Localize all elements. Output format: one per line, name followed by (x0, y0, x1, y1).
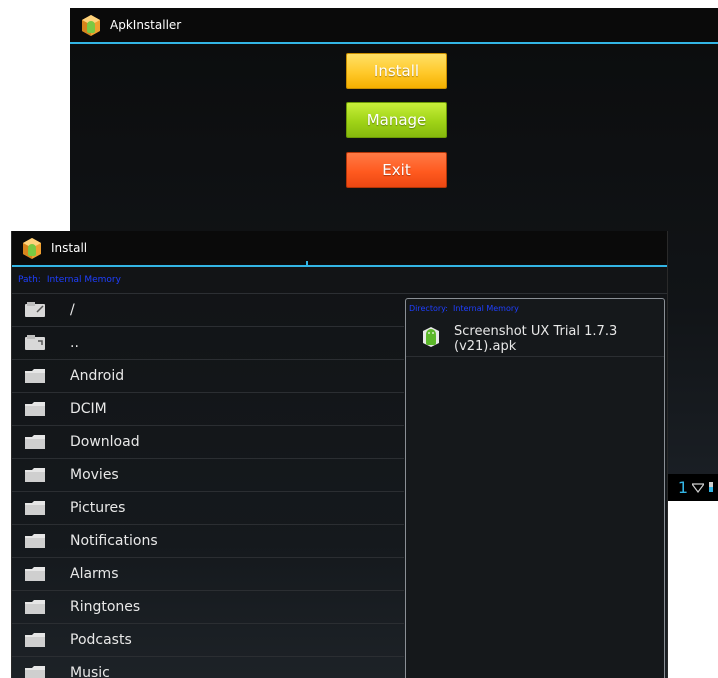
battery-icon (708, 478, 714, 497)
folder-icon (24, 400, 46, 418)
folder-icon (24, 631, 46, 649)
folder-icon (24, 565, 46, 583)
system-status-bar: 1 (666, 474, 718, 501)
title-bar-divider (306, 261, 308, 267)
folder-icon (24, 433, 46, 451)
list-item-label: .. (70, 335, 79, 351)
list-item-label: Android (70, 368, 125, 384)
folder-icon (24, 367, 46, 385)
list-item-label: Music (70, 665, 110, 678)
list-item[interactable]: Ringtones (12, 591, 404, 624)
folder-icon (24, 664, 46, 678)
list-item[interactable]: / (12, 294, 404, 327)
list-item[interactable]: Music (12, 657, 404, 678)
storage-card-icon (24, 301, 46, 319)
list-item-label: Ringtones (70, 599, 141, 615)
list-item[interactable]: Android (12, 360, 404, 393)
path-value: Internal Memory (46, 275, 121, 285)
apk-side-panel: Directory: Internal Memory Screenshot UX… (405, 298, 665, 678)
install-window-title: Install (51, 241, 88, 255)
directory-label: Directory: (409, 303, 448, 313)
list-item[interactable]: Alarms (12, 558, 404, 591)
list-item-label: Alarms (70, 566, 119, 582)
android-apk-icon (422, 326, 440, 348)
wifi-icon (690, 478, 706, 497)
list-item[interactable]: DCIM (12, 393, 404, 426)
list-item[interactable]: Notifications (12, 525, 404, 558)
list-item-label: Pictures (70, 500, 126, 516)
list-item[interactable]: .. (12, 327, 404, 360)
main-title-bar: ApkInstaller (70, 8, 718, 44)
apkinstaller-app-icon (21, 236, 43, 260)
list-item-label: Movies (70, 467, 119, 483)
directory-value: Internal Memory (452, 303, 519, 313)
apk-list-item[interactable]: Screenshot UX Trial 1.7.3 (v21).apk (406, 317, 664, 357)
list-item-label: DCIM (70, 401, 107, 417)
folder-icon (24, 598, 46, 616)
list-item-label: Podcasts (70, 632, 132, 648)
list-item[interactable]: Pictures (12, 492, 404, 525)
install-button[interactable]: Install (346, 53, 447, 89)
folder-icon (24, 532, 46, 550)
list-item-label: Download (70, 434, 140, 450)
file-list: / .. Android DCIM Download Movies Pictur (12, 294, 404, 678)
list-item-label: / (70, 302, 75, 318)
exit-button[interactable]: Exit (346, 152, 447, 188)
apkinstaller-app-icon (80, 13, 102, 37)
folder-icon (24, 499, 46, 517)
apk-file-name: Screenshot UX Trial 1.7.3 (v21).apk (454, 324, 618, 354)
list-item[interactable]: Podcasts (12, 624, 404, 657)
status-clock: 1 (677, 478, 688, 497)
list-item-label: Notifications (70, 533, 158, 549)
folder-icon (24, 466, 46, 484)
install-window: Install Path: Internal Memory / .. Andro… (11, 231, 668, 678)
list-item[interactable]: Download (12, 426, 404, 459)
manage-button[interactable]: Manage (346, 102, 447, 138)
storage-card-icon (24, 334, 46, 352)
main-window-title: ApkInstaller (110, 18, 182, 32)
install-title-bar: Install (12, 231, 667, 267)
directory-bar: Directory: Internal Memory (406, 299, 664, 317)
path-label: Path: (18, 275, 41, 285)
list-item[interactable]: Movies (12, 459, 404, 492)
path-bar: Path: Internal Memory (12, 267, 667, 294)
